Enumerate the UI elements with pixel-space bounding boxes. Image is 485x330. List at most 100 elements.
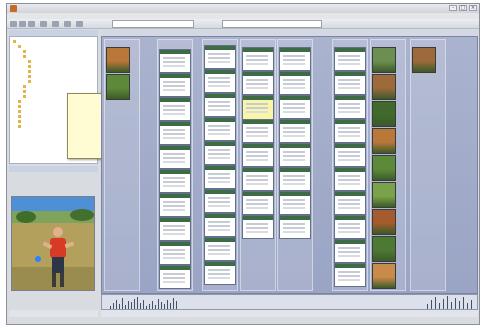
- document-thumbnail[interactable]: [279, 119, 311, 143]
- document-thumbnail[interactable]: [159, 145, 191, 169]
- document-thumbnail[interactable]: [334, 119, 366, 143]
- photo-thumbnail[interactable]: [106, 74, 130, 100]
- document-thumbnail[interactable]: [242, 167, 274, 191]
- document-thumbnail[interactable]: [242, 47, 274, 71]
- tree-item[interactable]: [28, 74, 32, 78]
- minimize-icon[interactable]: -: [449, 5, 457, 11]
- folder-icon: [18, 44, 21, 48]
- document-thumbnail[interactable]: [334, 167, 366, 191]
- document-thumbnail[interactable]: [279, 95, 311, 119]
- document-thumbnail[interactable]: [242, 143, 274, 167]
- document-thumbnail[interactable]: [204, 189, 236, 213]
- document-thumbnail[interactable]: [279, 167, 311, 191]
- document-thumbnail[interactable]: [159, 193, 191, 217]
- maximize-icon[interactable]: □: [459, 5, 467, 11]
- settings-icon[interactable]: [76, 21, 83, 27]
- folder-icon: [23, 54, 26, 58]
- document-thumbnail[interactable]: [204, 213, 236, 237]
- document-thumbnail[interactable]: [279, 143, 311, 167]
- document-thumbnail[interactable]: [204, 93, 236, 117]
- document-thumbnail[interactable]: [334, 263, 366, 287]
- timeline-canvas[interactable]: [101, 36, 478, 294]
- document-thumbnail[interactable]: [159, 217, 191, 241]
- photo-thumbnail[interactable]: [106, 47, 130, 73]
- tree-item[interactable]: [18, 114, 22, 118]
- document-thumbnail[interactable]: [204, 117, 236, 141]
- photo-thumbnail[interactable]: [372, 155, 396, 181]
- document-thumbnail[interactable]: [204, 261, 236, 285]
- document-thumbnail[interactable]: [242, 71, 274, 95]
- document-thumbnail[interactable]: [334, 95, 366, 119]
- folder-icon[interactable]: [52, 21, 59, 27]
- histogram-bar: [155, 305, 156, 309]
- document-thumbnail[interactable]: [159, 49, 191, 73]
- document-thumbnail[interactable]: [242, 215, 274, 239]
- folder-icon: [18, 109, 21, 113]
- search-input[interactable]: [222, 20, 322, 28]
- photo-thumbnail[interactable]: [372, 101, 396, 127]
- tree-item[interactable]: [18, 119, 22, 123]
- tree-item[interactable]: [18, 109, 22, 113]
- photo-thumbnail[interactable]: [372, 263, 396, 289]
- document-thumbnail[interactable]: [159, 73, 191, 97]
- document-thumbnail[interactable]: [279, 191, 311, 215]
- document-thumbnail[interactable]: [279, 215, 311, 239]
- tree-item[interactable]: [18, 104, 22, 108]
- photo-thumbnail[interactable]: [412, 47, 436, 73]
- document-thumbnail[interactable]: [159, 241, 191, 265]
- tree-item[interactable]: [28, 59, 32, 63]
- back-icon[interactable]: [10, 21, 17, 27]
- tree-item[interactable]: [13, 39, 17, 43]
- timeline-histogram[interactable]: [101, 294, 478, 310]
- photo-thumbnail[interactable]: [372, 209, 396, 235]
- document-thumbnail[interactable]: [204, 237, 236, 261]
- tree-item[interactable]: [23, 94, 27, 98]
- photo-thumbnail[interactable]: [372, 236, 396, 262]
- histogram-bar: [152, 301, 153, 309]
- photo-thumbnail[interactable]: [372, 128, 396, 154]
- document-thumbnail[interactable]: [204, 165, 236, 189]
- tree-item[interactable]: [18, 124, 22, 128]
- tree-item[interactable]: [18, 44, 22, 48]
- tree-item[interactable]: [23, 54, 27, 58]
- histogram-bar: [431, 300, 432, 309]
- document-thumbnail[interactable]: [334, 239, 366, 263]
- folder-icon: [28, 69, 31, 73]
- document-thumbnail[interactable]: [159, 121, 191, 145]
- document-thumbnail[interactable]: [242, 119, 274, 143]
- tree-item[interactable]: [28, 69, 32, 73]
- document-thumbnail[interactable]: [159, 169, 191, 193]
- tree-item[interactable]: [28, 79, 32, 83]
- address-field[interactable]: [112, 20, 194, 28]
- histogram-bar: [116, 300, 117, 309]
- view-icon[interactable]: [64, 21, 71, 27]
- document-thumbnail[interactable]: [334, 71, 366, 95]
- document-thumbnail[interactable]: [204, 69, 236, 93]
- folder-icon: [28, 59, 31, 63]
- tree-item[interactable]: [28, 64, 32, 68]
- document-thumbnail[interactable]: [204, 141, 236, 165]
- document-thumbnail[interactable]: [159, 265, 191, 289]
- photo-thumbnail[interactable]: [372, 182, 396, 208]
- tree-item[interactable]: [23, 84, 27, 88]
- document-thumbnail[interactable]: [279, 47, 311, 71]
- document-thumbnail[interactable]: [334, 191, 366, 215]
- refresh-icon[interactable]: [28, 21, 35, 27]
- histogram-bar: [143, 300, 144, 309]
- document-thumbnail[interactable]: [334, 47, 366, 71]
- forward-icon[interactable]: [19, 21, 26, 27]
- document-thumbnail[interactable]: [242, 191, 274, 215]
- home-icon[interactable]: [40, 21, 47, 27]
- document-thumbnail[interactable]: [334, 143, 366, 167]
- tree-item[interactable]: [18, 99, 22, 103]
- document-thumbnail[interactable]: [279, 71, 311, 95]
- tree-item[interactable]: [23, 49, 27, 53]
- document-thumbnail[interactable]: [159, 97, 191, 121]
- tree-item[interactable]: [23, 89, 27, 93]
- document-thumbnail[interactable]: [204, 45, 236, 69]
- photo-thumbnail[interactable]: [372, 74, 396, 100]
- document-thumbnail[interactable]: [334, 215, 366, 239]
- photo-thumbnail[interactable]: [372, 47, 396, 73]
- close-icon[interactable]: ×: [469, 5, 477, 11]
- window-title: [20, 5, 220, 12]
